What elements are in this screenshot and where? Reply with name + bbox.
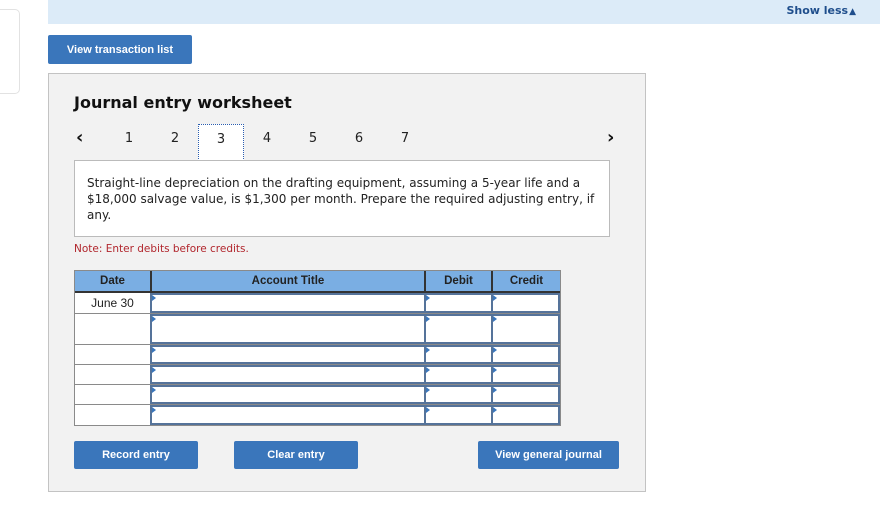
journal-entry-worksheet-panel: Journal entry worksheet ‹ 1 2 3 4 5 6 7 …	[48, 73, 646, 492]
header-debit: Debit	[426, 271, 493, 291]
header-account-title: Account Title	[152, 271, 426, 291]
journal-entry-table: Date Account Title Debit Credit June 30	[74, 270, 561, 426]
dropdown-marker-icon	[152, 387, 156, 393]
view-general-journal-button[interactable]: View general journal	[478, 441, 619, 469]
debit-input[interactable]	[426, 365, 493, 384]
dropdown-marker-icon	[152, 367, 156, 373]
account-title-input[interactable]	[152, 314, 426, 344]
debit-input[interactable]	[426, 293, 493, 313]
credit-input[interactable]	[493, 345, 560, 364]
table-body: June 30	[75, 293, 560, 425]
table-row	[75, 365, 560, 385]
date-cell	[75, 405, 152, 425]
account-title-input[interactable]	[152, 405, 426, 425]
account-title-input[interactable]	[152, 345, 426, 364]
record-entry-button[interactable]: Record entry	[74, 441, 198, 469]
account-title-input[interactable]	[152, 365, 426, 384]
worksheet-pager: ‹ 1 2 3 4 5 6 7 ›	[49, 124, 645, 162]
date-cell	[75, 314, 152, 344]
page-tab-4[interactable]: 4	[244, 124, 290, 160]
show-less-label: Show less	[786, 4, 849, 17]
dropdown-marker-icon	[152, 407, 156, 413]
debit-input[interactable]	[426, 405, 493, 425]
input-marker-icon	[493, 295, 497, 301]
input-marker-icon	[426, 295, 430, 301]
account-title-input[interactable]	[152, 385, 426, 404]
page-tab-5[interactable]: 5	[290, 124, 336, 160]
table-row	[75, 385, 560, 405]
table-row	[75, 345, 560, 365]
input-marker-icon	[426, 367, 430, 373]
date-cell: June 30	[75, 293, 152, 313]
credit-input[interactable]	[493, 405, 560, 425]
input-marker-icon	[426, 407, 430, 413]
table-row	[75, 314, 560, 345]
input-marker-icon	[493, 367, 497, 373]
chevron-left-icon[interactable]: ‹	[76, 127, 83, 148]
dropdown-marker-icon	[152, 347, 156, 353]
header-credit: Credit	[509, 275, 544, 287]
triangle-up-icon: ▲	[849, 7, 856, 17]
debit-input[interactable]	[426, 314, 493, 344]
credit-input[interactable]	[493, 314, 560, 344]
input-marker-icon	[493, 316, 497, 322]
page-tab-7[interactable]: 7	[382, 124, 428, 160]
credit-input[interactable]	[493, 385, 560, 404]
table-header: Date Account Title Debit Credit	[75, 271, 560, 293]
date-cell	[75, 345, 152, 364]
date-cell	[75, 385, 152, 404]
credit-input[interactable]	[493, 365, 560, 384]
credit-input[interactable]	[493, 293, 560, 313]
input-marker-icon	[426, 347, 430, 353]
note-text: Note: Enter debits before credits.	[74, 243, 249, 255]
dropdown-marker-icon	[152, 316, 156, 322]
date-cell	[75, 365, 152, 384]
input-marker-icon	[493, 407, 497, 413]
input-marker-icon	[426, 316, 430, 322]
table-row	[75, 405, 560, 425]
page-tab-3[interactable]: 3	[198, 124, 244, 161]
question-box: Straight-line depreciation on the drafti…	[74, 160, 610, 237]
input-marker-icon	[493, 347, 497, 353]
account-title-input[interactable]	[152, 293, 426, 313]
page-tab-1[interactable]: 1	[106, 124, 152, 160]
clear-entry-button[interactable]: Clear entry	[234, 441, 358, 469]
input-marker-icon	[426, 387, 430, 393]
view-transaction-list-button[interactable]: View transaction list	[48, 35, 192, 64]
input-marker-icon	[493, 387, 497, 393]
question-text: Straight-line depreciation on the drafti…	[87, 176, 595, 222]
show-less-link[interactable]: Show less▲	[786, 4, 856, 17]
worksheet-title: Journal entry worksheet	[74, 93, 292, 112]
page-tab-2[interactable]: 2	[152, 124, 198, 160]
side-panel-edge	[0, 9, 20, 94]
chevron-right-icon[interactable]: ›	[607, 127, 614, 148]
dropdown-marker-icon	[152, 295, 156, 301]
page-tab-6[interactable]: 6	[336, 124, 382, 160]
header-date: Date	[75, 271, 152, 291]
top-bar: Show less▲	[48, 0, 880, 24]
table-row: June 30	[75, 293, 560, 314]
debit-input[interactable]	[426, 385, 493, 404]
debit-input[interactable]	[426, 345, 493, 364]
